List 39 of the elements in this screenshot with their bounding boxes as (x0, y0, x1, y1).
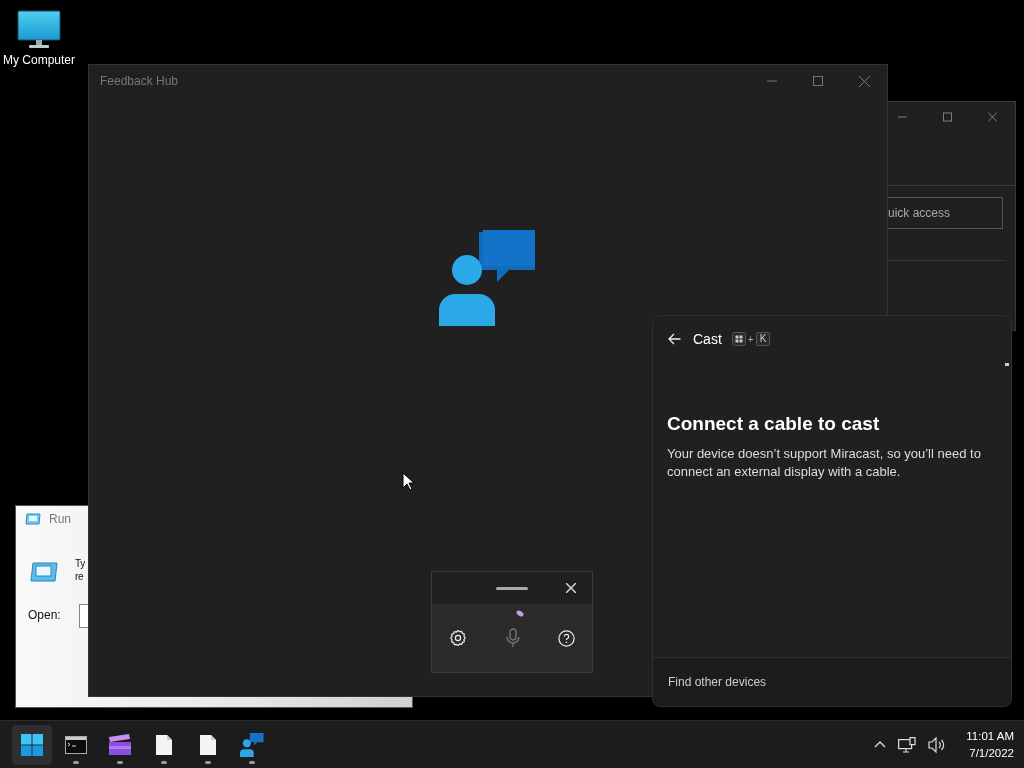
monitor-icon[interactable] (17, 10, 61, 50)
input-field[interactable] (79, 604, 89, 628)
find-devices-link[interactable]: Find other devices (668, 675, 767, 689)
back-arrow-icon[interactable] (668, 333, 681, 345)
keycap: K (755, 332, 771, 346)
open-label: Open: (28, 608, 61, 622)
window-title: Run (49, 512, 71, 526)
maximize-icon[interactable] (943, 112, 952, 122)
settings-icon[interactable] (449, 629, 467, 647)
document-icon (156, 734, 172, 755)
cursor-icon (402, 472, 414, 491)
document-icon (200, 734, 216, 755)
person-chat-icon (439, 229, 537, 328)
run-icon (30, 562, 58, 582)
window-title: Feedback Hub (100, 74, 179, 88)
drag-handle[interactable] (496, 586, 528, 590)
clock-date[interactable]: 7/1/2022 (969, 744, 1014, 762)
plus-sign: + (747, 333, 754, 345)
scrollbar-thumb[interactable] (1005, 363, 1009, 366)
maximize-icon[interactable] (813, 76, 823, 86)
clapperboard-icon (108, 733, 132, 756)
chevron-up-icon[interactable] (874, 741, 887, 748)
network-icon[interactable] (898, 736, 917, 753)
description-text: Ty (75, 557, 85, 570)
volume-icon[interactable] (928, 736, 947, 753)
clock-time[interactable]: 11:01 AM (966, 727, 1014, 745)
microphone-icon[interactable] (505, 628, 520, 648)
description-text: re (75, 570, 84, 583)
terminal-icon (65, 735, 87, 754)
person-chat-icon (240, 732, 264, 757)
windows-logo-icon (21, 733, 43, 756)
run-icon (25, 513, 41, 525)
message-text: Your device doesn’t support Miracast, so you’ll need to connect an external display with a cable. (667, 445, 982, 481)
windows-key-icon (731, 332, 746, 346)
taskbar-button[interactable] (12, 724, 52, 765)
desktop-icon-label[interactable]: My Computer (3, 53, 75, 67)
help-icon[interactable] (558, 629, 575, 647)
heading: Connect a cable to cast (667, 413, 881, 435)
panel-title: Cast (693, 331, 722, 347)
